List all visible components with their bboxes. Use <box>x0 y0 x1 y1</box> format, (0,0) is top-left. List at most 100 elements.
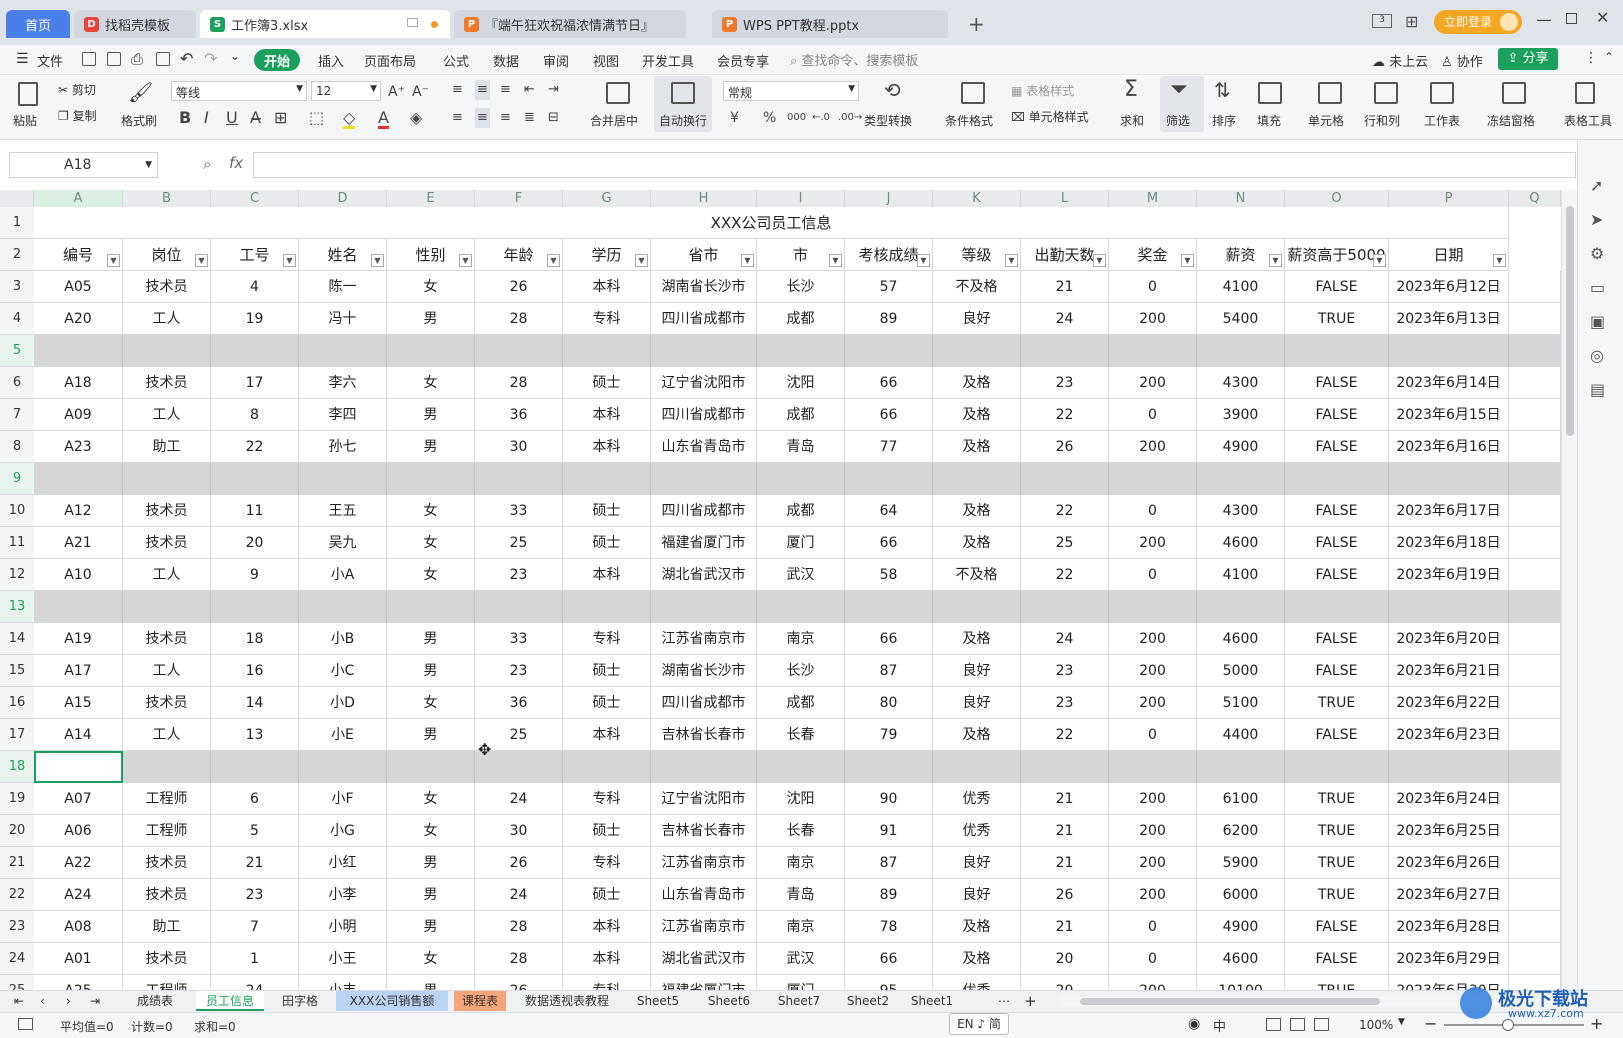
table-cell[interactable]: 2023年6月12日 <box>1389 271 1509 303</box>
table-cell[interactable]: 2023年6月18日 <box>1389 527 1509 559</box>
name-box[interactable]: A18 ▼ <box>9 152 158 178</box>
column-title-cell[interactable]: 性别 ▼ <box>387 239 475 271</box>
table-cell[interactable]: A21 <box>34 527 123 559</box>
table-cell[interactable]: TRUE <box>1285 303 1389 335</box>
apps-grid-icon[interactable]: ⊞ <box>1405 12 1418 31</box>
table-cell[interactable]: 厦门 <box>757 975 845 990</box>
table-cell[interactable]: 64 <box>845 495 933 527</box>
currency-icon[interactable]: ¥ <box>730 110 739 126</box>
table-cell[interactable]: 本科 <box>563 559 651 591</box>
filter-dropdown-icon[interactable]: ▼ <box>107 254 120 267</box>
table-cell[interactable]: 95 <box>845 975 933 990</box>
border-icon[interactable]: ⊞ <box>274 110 287 126</box>
hidden-row-cell[interactable] <box>845 591 933 623</box>
table-cell[interactable]: 4900 <box>1197 911 1285 943</box>
hidden-row-cell[interactable] <box>651 591 757 623</box>
table-cell[interactable]: 良好 <box>933 655 1021 687</box>
table-cell[interactable]: FALSE <box>1285 271 1389 303</box>
hidden-row-cell[interactable] <box>1389 463 1509 495</box>
sidebar-layers-icon[interactable]: ▭ <box>1590 278 1605 297</box>
column-header-f[interactable]: F <box>475 190 563 207</box>
freeze-button[interactable]: 冻结窗格 <box>1487 112 1535 129</box>
table-cell[interactable]: 四川省成都市 <box>651 687 757 719</box>
table-cell[interactable]: 李六 <box>299 367 387 399</box>
table-cell[interactable]: 男 <box>387 879 475 911</box>
justify-icon[interactable]: ≣ <box>524 110 535 126</box>
table-cell[interactable]: A09 <box>34 399 123 431</box>
font-grow-icon[interactable]: A⁺ <box>388 84 405 100</box>
zoom-slider[interactable] <box>1444 1019 1584 1031</box>
sum-button[interactable]: 求和 <box>1120 112 1144 129</box>
table-cell[interactable]: FALSE <box>1285 495 1389 527</box>
ime-indicator[interactable]: EN ♪ 简 <box>949 1013 1009 1035</box>
table-cell[interactable]: 男 <box>387 431 475 463</box>
table-cell[interactable]: 23 <box>475 559 563 591</box>
hidden-row-cell[interactable] <box>1197 463 1285 495</box>
table-cell[interactable]: 成都 <box>757 399 845 431</box>
column-header-l[interactable]: L <box>1021 190 1109 207</box>
empty-cell[interactable] <box>1509 687 1561 719</box>
fx-icon[interactable]: fx <box>229 154 243 172</box>
table-cell[interactable]: 0 <box>1109 943 1197 975</box>
hidden-row-cell[interactable] <box>651 335 757 367</box>
table-cell[interactable]: 专科 <box>563 847 651 879</box>
table-cell[interactable]: 孙七 <box>299 431 387 463</box>
last-sheet-icon[interactable]: ⇥ <box>90 994 100 1008</box>
table-cell[interactable]: 技术员 <box>123 687 211 719</box>
table-cell[interactable]: A12 <box>34 495 123 527</box>
empty-cell[interactable] <box>1509 399 1561 431</box>
row-header[interactable]: 7 <box>0 399 34 431</box>
table-cell[interactable]: 及格 <box>933 719 1021 751</box>
table-cell[interactable]: 女 <box>387 367 475 399</box>
table-cell[interactable]: 10100 <box>1197 975 1285 990</box>
table-cell[interactable]: 良好 <box>933 303 1021 335</box>
table-cell[interactable]: 青岛 <box>757 431 845 463</box>
normal-view-icon[interactable] <box>1266 1018 1281 1031</box>
close-icon[interactable]: ✕ <box>1596 8 1609 27</box>
row-header[interactable]: 16 <box>0 687 34 719</box>
table-cell[interactable]: 及格 <box>933 911 1021 943</box>
table-cell[interactable]: 工程师 <box>123 975 211 990</box>
filter-dropdown-icon[interactable]: ▼ <box>1005 254 1018 267</box>
page-break-view-icon[interactable] <box>1314 1018 1329 1031</box>
row-header[interactable]: 2 <box>0 239 34 271</box>
column-header-n[interactable]: N <box>1197 190 1285 207</box>
row-header[interactable]: 24 <box>0 943 34 975</box>
table-cell[interactable]: 男 <box>387 911 475 943</box>
table-cell[interactable]: 江苏省南京市 <box>651 623 757 655</box>
zoom-out-icon[interactable]: − <box>1424 1014 1437 1033</box>
sheet-tab[interactable]: Sheet2 <box>839 991 897 1011</box>
table-cell[interactable]: FALSE <box>1285 911 1389 943</box>
filter-dropdown-icon[interactable]: ▼ <box>635 254 648 267</box>
table-cell[interactable]: 66 <box>845 527 933 559</box>
table-cell[interactable]: 2023年6月14日 <box>1389 367 1509 399</box>
table-cell[interactable]: 2023年6月23日 <box>1389 719 1509 751</box>
table-cell[interactable]: 0 <box>1109 911 1197 943</box>
percent-icon[interactable]: % <box>763 110 776 126</box>
row-header[interactable]: 3 <box>0 271 34 303</box>
table-cell[interactable]: 89 <box>845 303 933 335</box>
table-cell[interactable]: 女 <box>387 271 475 303</box>
table-cell[interactable]: 男 <box>387 623 475 655</box>
menu-developer[interactable]: 开发工具 <box>642 51 694 70</box>
table-cell[interactable]: 优秀 <box>933 975 1021 990</box>
empty-cell[interactable] <box>1509 303 1561 335</box>
table-cell[interactable]: 男 <box>387 399 475 431</box>
table-cell[interactable]: 80 <box>845 687 933 719</box>
table-cell[interactable]: 2023年6月20日 <box>1389 623 1509 655</box>
table-cell[interactable]: 200 <box>1109 303 1197 335</box>
table-cell[interactable]: 20 <box>1021 943 1109 975</box>
hidden-row-cell[interactable] <box>475 591 563 623</box>
table-cell[interactable]: 19 <box>211 303 299 335</box>
empty-cell[interactable] <box>1509 911 1561 943</box>
table-cell[interactable]: 6100 <box>1197 783 1285 815</box>
table-cell[interactable]: A05 <box>34 271 123 303</box>
table-cell[interactable]: 2023年6月26日 <box>1389 847 1509 879</box>
filter-dropdown-icon[interactable]: ▼ <box>195 254 208 267</box>
hidden-row-cell[interactable] <box>299 591 387 623</box>
table-cell[interactable]: 小B <box>299 623 387 655</box>
table-cell[interactable]: 66 <box>845 943 933 975</box>
table-cell[interactable]: 66 <box>845 367 933 399</box>
table-cell[interactable]: 南京 <box>757 847 845 879</box>
collapse-ribbon-icon[interactable]: ⌃ <box>1604 50 1614 64</box>
